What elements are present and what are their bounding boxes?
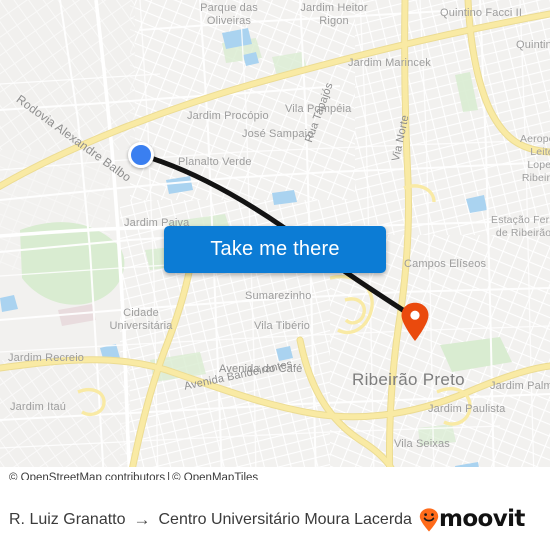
moovit-route-preview: Parque das Oliveiras Jardim Heitor Rigon Q… [0, 0, 550, 550]
route-footer: R. Luiz Granatto → Centro Universitário … [0, 489, 550, 550]
moovit-pin-icon [419, 507, 439, 531]
footer-destination: Centro Universitário Moura Lacerda [158, 510, 412, 528]
route-summary: R. Luiz Granatto → Centro Universitário … [9, 511, 412, 529]
footer-origin: R. Luiz Granatto [9, 510, 126, 528]
attribution-osm[interactable]: © OpenStreetMap contributors [9, 472, 165, 480]
take-me-there-button[interactable]: Take me there [164, 226, 386, 273]
destination-marker[interactable] [400, 302, 430, 342]
arrow-right-icon: → [133, 510, 151, 529]
map-attribution-bar: © OpenStreetMap contributors | © OpenMapTi… [0, 467, 550, 480]
attribution-tiles[interactable]: © OpenMapTiles [172, 472, 258, 480]
moovit-logo[interactable]: moovit [419, 508, 525, 532]
moovit-wordmark: moovit [438, 506, 525, 532]
origin-marker[interactable] [128, 142, 154, 168]
map-canvas[interactable]: Parque das Oliveiras Jardim Heitor Rigon Q… [0, 0, 550, 480]
map-attribution: © OpenStreetMap contributors | © OpenMapTi… [0, 472, 258, 480]
